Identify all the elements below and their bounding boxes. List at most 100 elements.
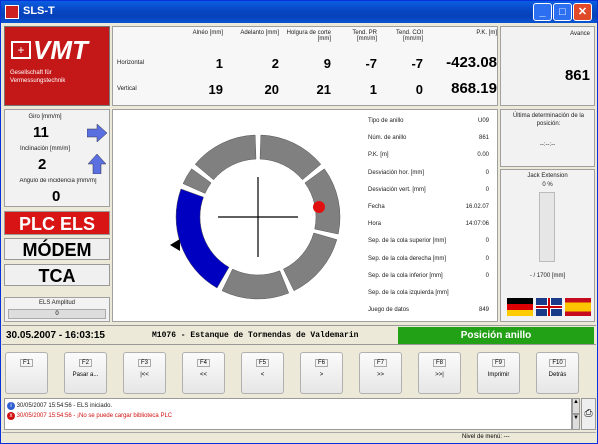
fkey-f8-button[interactable]: F8 >>| <box>418 352 461 394</box>
col-tend-coi: Tend. COI [mm/m] <box>395 30 423 42</box>
info-label: Tipo de anillo <box>368 118 404 124</box>
status-datetime: 30.05.2007 - 16:03:15 <box>6 330 105 341</box>
tca-button[interactable]: TCA <box>4 264 110 286</box>
fkey-f4-button[interactable]: F4 << <box>182 352 225 394</box>
v-tend-pr: 1 <box>369 82 377 97</box>
flag-spain-button[interactable] <box>565 298 591 316</box>
maximize-button[interactable]: □ <box>553 3 572 21</box>
info-value: 0 <box>485 255 489 262</box>
fkey-f5-button[interactable]: F5 < <box>241 352 284 394</box>
info-value: 0 <box>485 186 489 193</box>
log-scroll-down-button[interactable]: ▼ <box>572 414 580 430</box>
info-label: Desviación vert. [mm] <box>368 186 426 193</box>
ring-panel: Tipo de anillo U09 Núm. de anillo 861 P.K. [… <box>112 109 498 322</box>
info-icon: i <box>7 402 15 410</box>
ultima-value: --:--:-- <box>539 142 556 148</box>
col-alneo: Alnéo [mm] <box>192 30 223 36</box>
close-button[interactable]: ✕ <box>573 3 592 21</box>
fkey-f3-button[interactable]: F3 |<< <box>123 352 166 394</box>
app-icon <box>5 5 19 19</box>
ring-segment <box>283 232 338 292</box>
info-label: Sep. de la cola inferior [mm] <box>368 272 443 279</box>
v-adelanto: 20 <box>264 82 279 97</box>
info-row: Sep. de la cola derecha [mm] 0 <box>368 256 491 268</box>
log-line-error: x 30/05/2007 15:54:56 - ¡No se puede car… <box>7 412 172 420</box>
info-value: 0 <box>485 238 489 245</box>
ring-marker-dot <box>313 201 325 213</box>
h-alneo: 1 <box>215 56 223 71</box>
footer-bar: Nivel de menú: --- <box>2 432 596 443</box>
info-row: Sep. de la cola inferior [mm] 0 <box>368 273 491 285</box>
info-row: Tipo de anillo U09 <box>368 118 491 130</box>
info-value: 0.00 <box>477 152 489 159</box>
col-tend-pr: Tend. PR [mm/m] <box>352 30 377 42</box>
log-panel: i 30/05/2007 15:54:56 - ELS iniciado. x … <box>4 398 572 430</box>
vmt-logo: + VMT Gesellschaft für Vermessungstechni… <box>4 26 110 106</box>
flag-uk-button[interactable] <box>536 298 562 316</box>
h-adelanto: 2 <box>271 56 279 71</box>
title-bar: SLS-T _ □ ✕ <box>1 1 597 23</box>
info-row: P.K. [m] 0.00 <box>368 152 491 164</box>
info-value: 849 <box>478 307 489 314</box>
info-value: 0 <box>485 272 489 279</box>
info-value: U09 <box>477 118 489 124</box>
measurement-table: Horizontal Vertical Alnéo [mm] Adelanto … <box>112 26 498 106</box>
ring-segment <box>194 134 257 181</box>
info-row: Hora 14:07:06 <box>368 221 491 233</box>
fkey-f9-button[interactable]: F9 Imprimir <box>477 352 520 394</box>
v-pk: 868.19 <box>451 80 497 97</box>
minimize-button[interactable]: _ <box>533 3 552 21</box>
els-amplitude-panel: ELS Amplitud 0 <box>4 297 110 322</box>
info-label: Hora <box>368 221 382 228</box>
modem-button[interactable]: MÓDEM <box>4 238 110 260</box>
info-value: 0 <box>485 169 489 176</box>
v-alneo: 19 <box>208 82 223 97</box>
info-label: Juego de datos <box>368 307 410 314</box>
ring-segment <box>259 134 322 181</box>
h-pk: -423.08 <box>446 54 497 71</box>
orientation-panel: Giro [mm/m] 11 Inclinación [mm/m] 2 Ángu… <box>4 109 110 207</box>
v-holgura: 21 <box>316 82 331 97</box>
error-icon: x <box>7 412 15 420</box>
ring-diagram <box>170 134 341 300</box>
avance-panel: Avance 861 <box>500 26 595 106</box>
col-pk: P.K. [m] <box>476 30 497 36</box>
app-window: SLS-T _ □ ✕ + VMT Gesellschaft für Verme… <box>0 0 598 444</box>
position-panel: Última determinación de la posición: --:… <box>500 109 595 167</box>
fkey-f10-button[interactable]: F10 Detrás <box>536 352 579 394</box>
jack-bar <box>539 192 555 262</box>
menu-level: Nivel de menú: --- <box>462 434 510 440</box>
h-tend-pr: -7 <box>365 56 377 71</box>
fkey-f2-button[interactable]: F2 Pasar a... <box>64 352 107 394</box>
info-row: Juego de datos 849 <box>368 307 491 319</box>
info-label: Fecha <box>368 204 385 210</box>
plc-els-indicator: PLC ELS <box>4 211 110 235</box>
row-vertical-label: Vertical <box>117 86 137 92</box>
info-label: Sep. de la cola izquierda [mm] <box>368 290 449 296</box>
info-row: Fecha 16.02.07 <box>368 204 491 216</box>
flag-germany-button[interactable] <box>507 298 533 316</box>
info-label: Desviación hor. [mm] <box>368 169 425 176</box>
print-preview-button[interactable]: ⎙ <box>581 398 596 430</box>
ring-segment <box>304 168 341 235</box>
h-holgura: 9 <box>323 56 331 71</box>
info-row: Núm. de anillo 861 <box>368 135 491 147</box>
ring-pointer-icon <box>170 239 180 251</box>
info-row: Desviación hor. [mm] 0 <box>368 170 491 182</box>
arrow-up-icon <box>88 154 106 174</box>
fkey-f6-button[interactable]: F6 > <box>300 352 343 394</box>
row-horizontal-label: Horizontal <box>117 60 145 66</box>
fkey-f1-button[interactable]: F1 <box>5 352 48 394</box>
giro-value: 11 <box>33 124 49 141</box>
status-mode: Posición anillo <box>398 327 594 344</box>
arrow-right-icon <box>87 124 107 142</box>
log-scroll-up-button[interactable]: ▲ <box>572 398 580 414</box>
info-value: 14:07:06 <box>465 221 489 228</box>
inclinacion-value: 2 <box>38 156 47 173</box>
status-bar: 30.05.2007 - 16:03:15 M1076 - Estanque d… <box>2 325 596 345</box>
info-label: Núm. de anillo <box>368 135 407 142</box>
info-row: Sep. de la cola superior [mm] 0 <box>368 238 491 250</box>
info-row: Desviación vert. [mm] 0 <box>368 187 491 199</box>
fkey-f7-button[interactable]: F7 >> <box>359 352 402 394</box>
info-label: Sep. de la cola derecha [mm] <box>368 255 447 262</box>
